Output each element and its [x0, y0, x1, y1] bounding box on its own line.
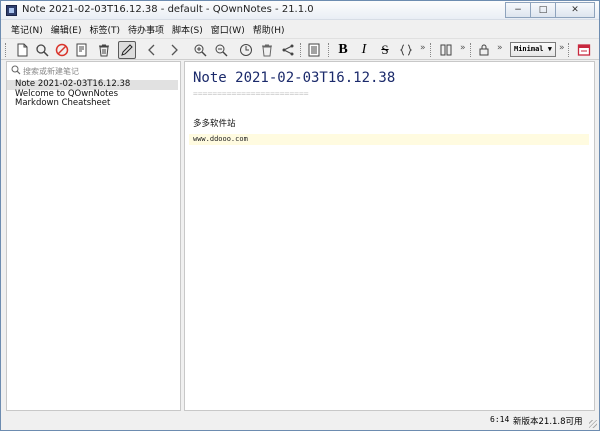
stop-icon [55, 43, 69, 57]
list-icon [308, 43, 320, 57]
current-line-highlight: www.ddooo.com [189, 134, 589, 145]
main-toolbar: B I S » » » Minimal ▼ » [1, 38, 599, 60]
formatting-more-button[interactable]: » [420, 43, 426, 53]
trash-icon [99, 44, 109, 57]
share-icon [282, 44, 294, 56]
bold-icon: B [338, 42, 348, 57]
chevron-down-icon: ▼ [547, 45, 552, 53]
menu-tags[interactable]: 标签(T) [85, 20, 124, 38]
status-bar: 6:14 新版本21.1.8可用 [1, 412, 599, 430]
workspace-select-value: Minimal [514, 45, 544, 53]
braces-icon [399, 44, 413, 56]
update-available-link[interactable]: 新版本21.1.8可用 [513, 415, 583, 427]
find-in-note-button[interactable] [191, 41, 209, 59]
trash-button[interactable] [95, 41, 113, 59]
panels-button[interactable] [437, 41, 455, 59]
zoom-out-icon [215, 44, 228, 57]
menu-scripts[interactable]: 脚本(S) [168, 20, 207, 38]
panels-icon [440, 44, 452, 56]
menu-todo[interactable]: 待办事项 [124, 20, 168, 38]
window-icon [577, 44, 591, 56]
resize-grip[interactable] [589, 420, 597, 428]
note-list-item[interactable]: Markdown Cheatsheet [7, 98, 180, 109]
distraction-free-button[interactable] [575, 41, 593, 59]
italic-button[interactable]: I [355, 41, 373, 59]
note-search-box [9, 64, 178, 78]
history-button[interactable] [237, 41, 255, 59]
search-notes-button[interactable] [33, 41, 51, 59]
back-button[interactable] [143, 41, 161, 59]
lock-icon [479, 44, 489, 56]
document-edit-icon [76, 43, 87, 57]
search-icon [36, 44, 49, 57]
toolbar-separator [328, 43, 330, 57]
note-url[interactable]: www.ddooo.com [193, 135, 248, 143]
workspace-select[interactable]: Minimal ▼ [510, 42, 556, 57]
edit-mode-button[interactable] [118, 41, 136, 59]
menu-note[interactable]: 笔记(N) [7, 20, 47, 38]
search-icon [11, 65, 21, 75]
toolbar-separator [430, 43, 432, 57]
share-button[interactable] [279, 41, 297, 59]
app-window: Note 2021-02-03T16.12.38 - default - QOw… [0, 0, 600, 431]
new-note-button[interactable] [13, 41, 31, 59]
chevron-right-icon [171, 44, 178, 56]
clock-icon [240, 44, 252, 56]
encryption-more-button[interactable]: » [497, 43, 503, 53]
pencil-icon [121, 44, 133, 56]
note-search-input[interactable] [23, 64, 177, 78]
trash-icon [262, 44, 272, 57]
strikethrough-button[interactable]: S [376, 41, 394, 59]
note-list: Note 2021-02-03T16.12.38 Welcome to QOwn… [7, 79, 180, 109]
window-controls: − □ ✕ [505, 2, 595, 18]
maximize-button[interactable]: □ [530, 2, 556, 18]
close-button[interactable]: ✕ [555, 2, 595, 18]
code-block-button[interactable] [397, 41, 415, 59]
new-note-icon [17, 43, 28, 57]
bold-button[interactable]: B [334, 41, 352, 59]
toolbar-handle[interactable] [5, 43, 7, 57]
chevron-left-icon [148, 44, 155, 56]
zoom-in-icon [194, 44, 207, 57]
note-editor[interactable]: Note 2021-02-03T16.12.38 ===============… [184, 61, 595, 411]
toolbar-separator [568, 43, 570, 57]
menu-help[interactable]: 帮助(H) [249, 20, 289, 38]
toolbar-separator [470, 43, 472, 57]
app-icon [6, 5, 17, 16]
note-paragraph: 多多软件站 [193, 119, 236, 129]
note-properties-button[interactable] [73, 41, 91, 59]
toolbar-separator [300, 43, 302, 57]
italic-icon: I [361, 42, 367, 57]
heading-underline: ======================== [193, 89, 309, 98]
delete-button[interactable] [258, 41, 276, 59]
table-of-contents-button[interactable] [305, 41, 323, 59]
menu-window[interactable]: 窗口(W) [207, 20, 249, 38]
remove-note-button[interactable] [53, 41, 71, 59]
forward-button[interactable] [165, 41, 183, 59]
note-heading: Note 2021-02-03T16.12.38 [193, 70, 396, 86]
window-title: Note 2021-02-03T16.12.38 - default - QOw… [22, 4, 314, 15]
cursor-position: 6:14 [490, 415, 510, 424]
strikethrough-icon: S [381, 42, 389, 57]
workspace-more-button[interactable]: » [559, 43, 565, 53]
title-bar[interactable]: Note 2021-02-03T16.12.38 - default - QOw… [1, 1, 599, 20]
find-all-button[interactable] [212, 41, 230, 59]
panels-more-button[interactable]: » [460, 43, 466, 53]
menu-edit[interactable]: 编辑(E) [47, 20, 86, 38]
note-list-pane: Note 2021-02-03T16.12.38 Welcome to QOwn… [6, 61, 181, 411]
menu-bar: 笔记(N) 编辑(E) 标签(T) 待办事项 脚本(S) 窗口(W) 帮助(H) [1, 20, 599, 38]
minimize-button[interactable]: − [505, 2, 531, 18]
encryption-button[interactable] [475, 41, 493, 59]
